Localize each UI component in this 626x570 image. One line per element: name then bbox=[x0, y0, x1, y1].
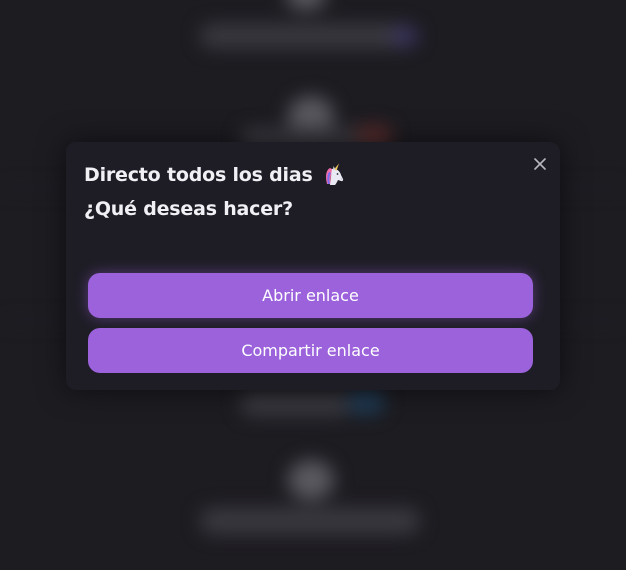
dialog-title-text: Directo todos los dias bbox=[84, 164, 313, 186]
link-card bbox=[200, 24, 410, 48]
action-dialog: Directo todos los dias ¿Qué deseas hacer… bbox=[66, 142, 560, 390]
avatar bbox=[288, 460, 334, 500]
link-card bbox=[200, 508, 420, 534]
badge bbox=[392, 26, 418, 46]
open-link-button-label: Abrir enlace bbox=[262, 286, 359, 305]
open-link-button[interactable]: Abrir enlace bbox=[88, 273, 533, 318]
badge bbox=[348, 390, 384, 414]
close-icon bbox=[534, 158, 546, 170]
close-button[interactable] bbox=[528, 152, 552, 176]
share-link-button[interactable]: Compartir enlace bbox=[88, 328, 533, 373]
link-card bbox=[240, 392, 350, 416]
dialog-title: Directo todos los dias bbox=[84, 162, 347, 188]
unicorn-icon bbox=[325, 163, 343, 185]
share-link-button-label: Compartir enlace bbox=[241, 341, 380, 360]
dialog-subtitle: ¿Qué deseas hacer? bbox=[84, 198, 293, 220]
avatar bbox=[286, 0, 326, 10]
